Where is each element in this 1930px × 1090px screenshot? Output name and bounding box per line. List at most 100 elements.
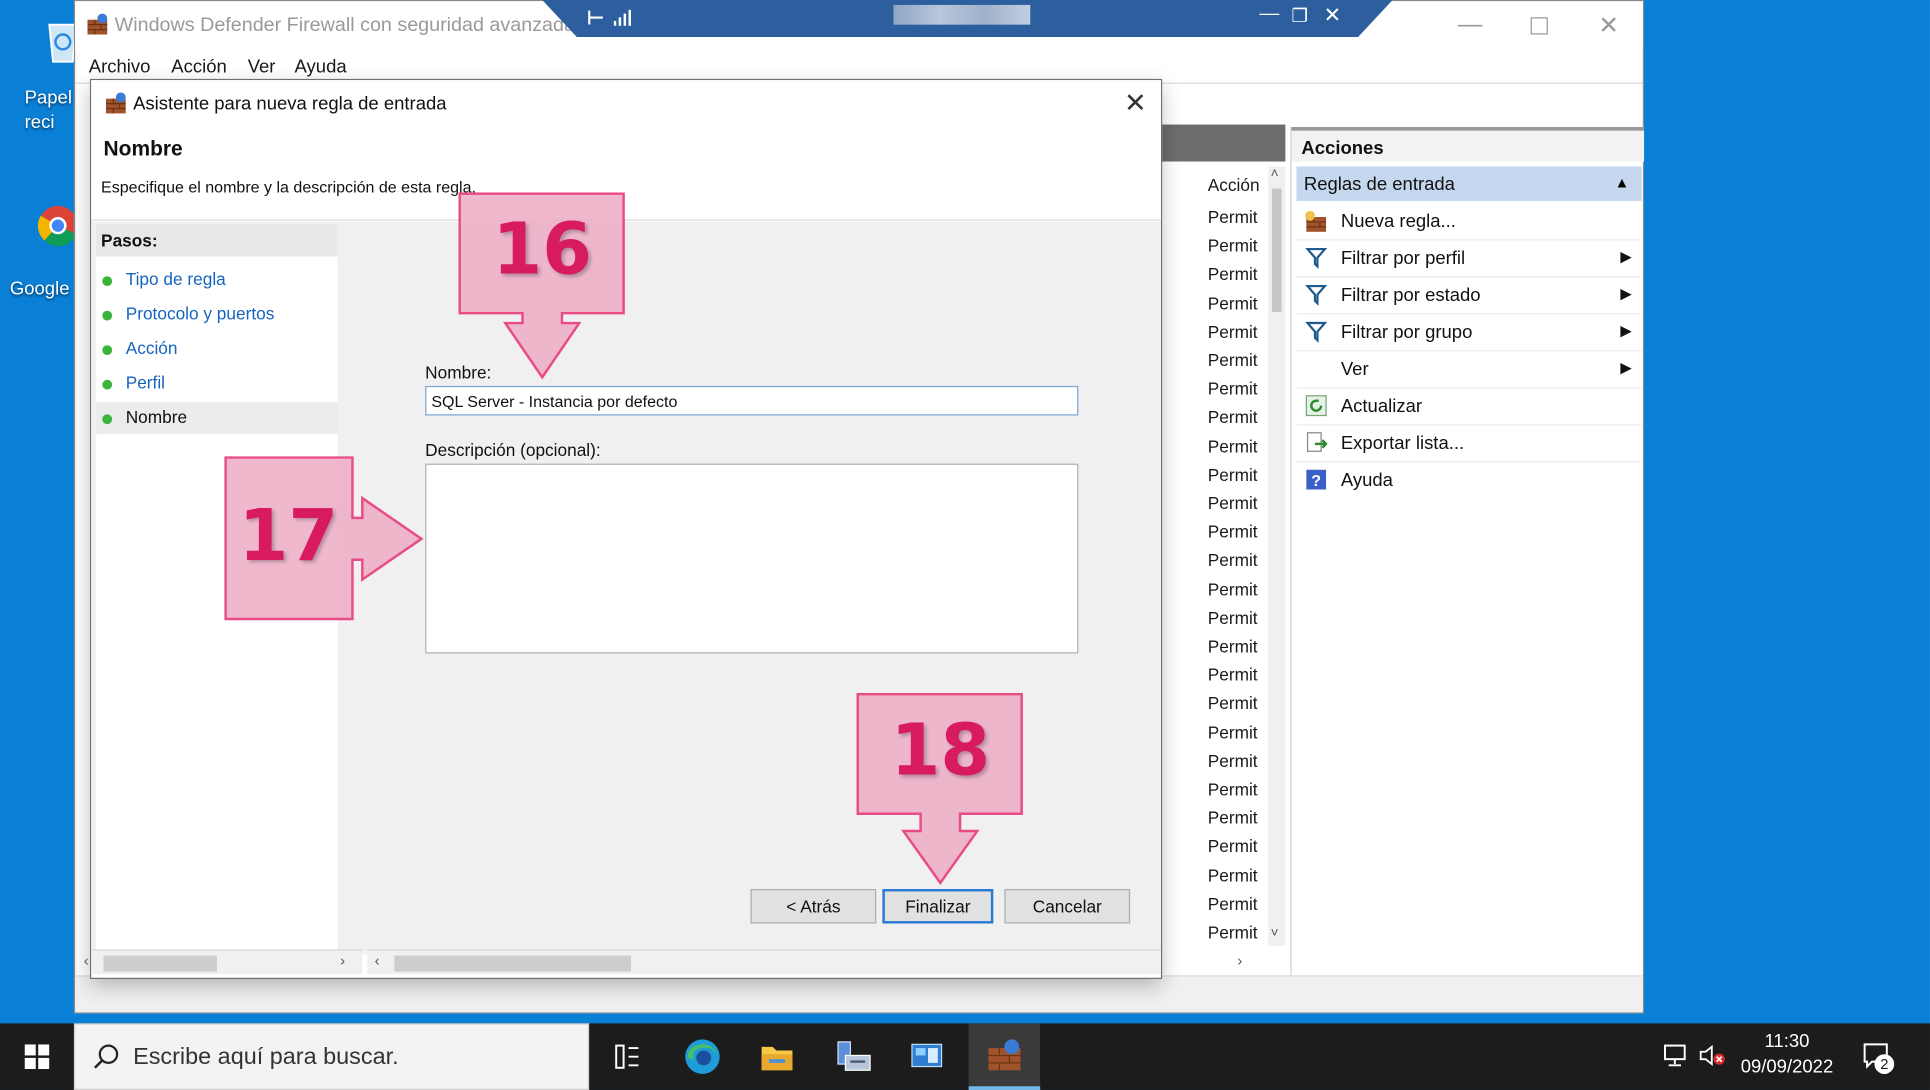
step-perfil[interactable]: Perfil [96, 367, 338, 399]
action-ver[interactable]: Ver ▶ [1296, 351, 1642, 389]
rule-action-cell[interactable]: Permit [1208, 693, 1258, 713]
step-tipo-de-regla[interactable]: Tipo de regla [96, 264, 338, 296]
rule-action-cell[interactable]: Permit [1208, 579, 1258, 599]
rule-action-cell[interactable]: Permit [1208, 407, 1258, 427]
content-hscrollbar[interactable]: ‹ › [367, 949, 1242, 975]
server-manager-icon[interactable] [828, 1036, 877, 1078]
rule-action-cell[interactable]: Permit [1208, 779, 1258, 799]
rule-action-cell[interactable]: Permit [1208, 207, 1258, 227]
clock-date[interactable]: 09/09/2022 [1728, 1057, 1846, 1078]
control-panel-icon[interactable] [902, 1036, 951, 1078]
scroll-up-arrow[interactable]: ˄ [1271, 166, 1279, 181]
file-explorer-icon[interactable] [752, 1036, 801, 1078]
rdp-restore-button[interactable]: ❐ [1292, 5, 1309, 27]
taskbar-active-app[interactable] [968, 1023, 1041, 1090]
list-scrollbar[interactable]: ˄ ˅ [1268, 166, 1286, 946]
firewall-app-icon [104, 91, 129, 116]
statusbar [75, 975, 1643, 1013]
scroll-right-arrow[interactable]: › [1237, 952, 1242, 969]
wizard-title: Asistente para nueva regla de entrada [133, 93, 447, 115]
maximize-button[interactable] [1530, 17, 1548, 35]
actions-title: Acciones [1301, 138, 1384, 160]
scroll-down-arrow[interactable]: ˅ [1271, 926, 1279, 941]
collapse-icon[interactable]: ▲ [1615, 174, 1630, 191]
action-filtrar-perfil[interactable]: Filtrar por perfil ▶ [1296, 240, 1642, 278]
back-button[interactable]: < Atrás [750, 888, 877, 924]
action-label: Ayuda [1340, 469, 1393, 491]
menu-accion[interactable]: Acción [171, 57, 226, 78]
taskbar-search-box[interactable]: Escribe aquí para buscar. [73, 1023, 590, 1090]
scroll-left-arrow[interactable]: ‹ [84, 952, 89, 969]
rule-action-cell[interactable]: Permit [1208, 379, 1258, 399]
network-icon[interactable] [1661, 1043, 1688, 1074]
menu-ayuda[interactable]: Ayuda [295, 57, 347, 78]
step-status-icon [102, 414, 113, 425]
scroll-thumb[interactable] [1271, 188, 1282, 312]
action-exportar-lista[interactable]: Exportar lista... [1296, 425, 1642, 463]
signal-icon [613, 9, 631, 32]
rule-action-cell[interactable]: Permit [1208, 322, 1258, 342]
rule-action-cell[interactable]: Permit [1208, 722, 1258, 742]
finish-button[interactable]: Finalizar [882, 888, 994, 924]
chrome-icon[interactable] [37, 205, 79, 247]
firewall-app-icon [988, 1039, 1021, 1071]
actions-section-reglas-de-entrada[interactable]: Reglas de entrada ▲ [1296, 166, 1642, 201]
rule-description-textarea[interactable] [425, 463, 1079, 654]
scroll-right-arrow[interactable]: › [340, 952, 345, 969]
notification-center-icon[interactable]: 2 [1861, 1041, 1898, 1076]
rule-action-cell[interactable]: Permit [1208, 236, 1258, 256]
pin-icon[interactable]: ⊢ [587, 6, 605, 31]
cancel-button[interactable]: Cancelar [1004, 888, 1131, 924]
rule-action-cell[interactable]: Permit [1208, 436, 1258, 456]
scroll-left-arrow[interactable]: ‹ [375, 952, 380, 969]
edge-icon[interactable] [678, 1036, 727, 1078]
menu-ver[interactable]: Ver [248, 57, 276, 78]
callout-number: 18 [890, 707, 991, 792]
scroll-thumb[interactable] [103, 955, 217, 972]
action-filtrar-grupo[interactable]: Filtrar por grupo ▶ [1296, 314, 1642, 352]
rule-action-cell[interactable]: Permit [1208, 465, 1258, 485]
step-status-icon [102, 379, 113, 390]
rule-action-cell[interactable]: Permit [1208, 293, 1258, 313]
close-button[interactable]: ✕ [1598, 10, 1619, 41]
start-button[interactable] [0, 1023, 74, 1090]
rule-action-cell[interactable]: Permit [1208, 522, 1258, 542]
rule-action-cell[interactable]: Permit [1208, 922, 1258, 942]
action-label: Ver [1340, 358, 1369, 380]
action-ayuda[interactable]: ? Ayuda [1296, 462, 1641, 499]
wizard-close-button[interactable]: ✕ [1124, 88, 1147, 120]
rule-action-cell[interactable]: Permit [1208, 665, 1258, 685]
rule-name-input[interactable] [425, 385, 1079, 416]
rule-action-cell[interactable]: Permit [1208, 751, 1258, 771]
step-protocolo-y-puertos[interactable]: Protocolo y puertos [96, 298, 338, 330]
rule-action-cell[interactable]: Permit [1208, 808, 1258, 828]
list-title-bar [1159, 124, 1286, 162]
rule-action-cell[interactable]: Permit [1208, 894, 1258, 914]
volume-muted-icon[interactable] [1698, 1043, 1728, 1074]
rule-action-cell[interactable]: Permit [1208, 865, 1258, 885]
clock-time[interactable]: 11:30 [1748, 1031, 1827, 1052]
rule-action-cell[interactable]: Permit [1208, 350, 1258, 370]
action-actualizar[interactable]: Actualizar [1296, 388, 1642, 426]
rule-action-cell[interactable]: Permit [1208, 836, 1258, 856]
rule-action-cell[interactable]: Permit [1208, 264, 1258, 284]
rdp-minimize-button[interactable]: — [1260, 4, 1280, 26]
step-accion[interactable]: Acción [96, 333, 338, 365]
action-label: Nueva regla... [1340, 210, 1456, 232]
action-nueva-regla[interactable]: Nueva regla... [1296, 203, 1642, 241]
taskbar: Escribe aquí para buscar. 11:30 09/09/20… [0, 1023, 1930, 1090]
steps-hscrollbar[interactable]: ‹ › [84, 949, 363, 975]
rule-action-cell[interactable]: Permit [1208, 493, 1258, 513]
step-nombre[interactable]: Nombre [96, 401, 338, 435]
rule-action-cell[interactable]: Permit [1208, 608, 1258, 628]
step-label: Perfil [125, 372, 166, 393]
rdp-close-button[interactable]: ✕ [1324, 4, 1342, 29]
task-view-icon[interactable] [604, 1036, 653, 1078]
menu-archivo[interactable]: Archivo [89, 57, 151, 78]
minimize-button[interactable]: — [1458, 11, 1483, 39]
column-header-accion[interactable]: Acción [1208, 175, 1260, 195]
rule-action-cell[interactable]: Permit [1208, 636, 1258, 656]
scroll-thumb[interactable] [394, 955, 631, 972]
action-filtrar-estado[interactable]: Filtrar por estado ▶ [1296, 277, 1642, 315]
rule-action-cell[interactable]: Permit [1208, 550, 1258, 570]
